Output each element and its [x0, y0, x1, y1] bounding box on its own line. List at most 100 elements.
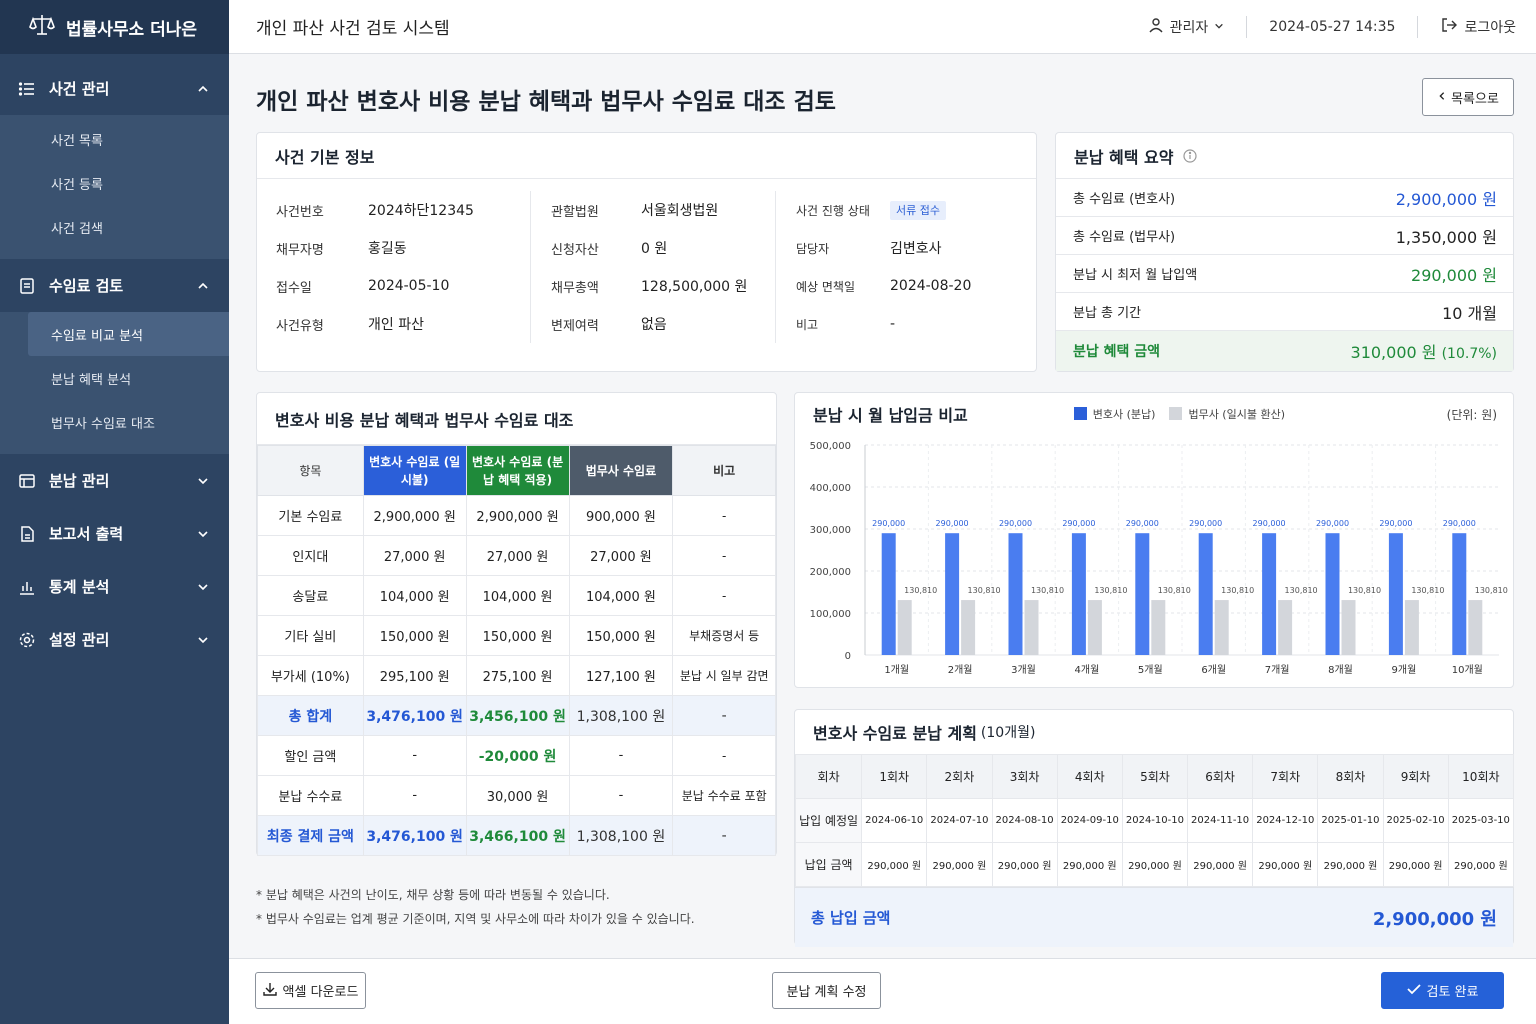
- summary-row: 분납 총 기간 10 개월: [1056, 293, 1513, 331]
- nav-settings[interactable]: 설정 관리: [0, 613, 229, 666]
- table-cell: 104,000 원: [568, 575, 674, 616]
- summary-row: 총 수임료 (법무사) 1,350,000 원: [1056, 217, 1513, 255]
- nav-case-mgmt[interactable]: 사건 관리: [0, 62, 229, 115]
- plan-amount-cell: 290,000 원: [1121, 842, 1189, 887]
- table-cell: 150,000 원: [465, 615, 570, 656]
- user-icon: [1148, 17, 1164, 37]
- info-value: 개인 파산: [368, 317, 424, 333]
- data-label: 290,000: [872, 519, 905, 528]
- table-cell: 송달료: [257, 575, 364, 616]
- table-cell: 분납 수수료 포함: [672, 775, 776, 816]
- nav-report[interactable]: 보고서 출력: [0, 507, 229, 560]
- brand[interactable]: 법률사무소 더나은: [0, 0, 229, 54]
- table-cell: 인지대: [257, 535, 364, 576]
- nav-item-case-search[interactable]: 사건 검색: [0, 205, 229, 249]
- nav-fee-submenu: 수임료 비교 분석 분납 혜택 분석 법무사 수임료 대조: [0, 312, 229, 454]
- summary-value: 1,350,000 원: [1395, 227, 1497, 247]
- chart-unit: (단위: 원): [1446, 407, 1497, 422]
- table-cell: 할인 금액: [257, 735, 364, 776]
- nav-item-case-register[interactable]: 사건 등록: [0, 161, 229, 205]
- user-menu[interactable]: 관리자: [1148, 17, 1225, 37]
- summary-row: 총 수임료 (변호사) 2,900,000 원: [1056, 179, 1513, 217]
- table-cell: 1,308,100 원: [568, 695, 674, 736]
- nav-item-installment-benefit[interactable]: 분납 혜택 분석: [0, 356, 229, 400]
- table-cell: 104,000 원: [465, 575, 570, 616]
- data-label: 130,810: [1031, 586, 1064, 595]
- table-cell: -: [568, 775, 674, 816]
- table-cell: 1,308,100 원: [568, 815, 674, 856]
- plan-col-header: 1회차: [861, 754, 928, 799]
- nav-stats[interactable]: 통계 분석: [0, 560, 229, 613]
- excel-download-button[interactable]: 액셀 다운로드: [255, 972, 366, 1009]
- current-datetime: 2024-05-27 14:35: [1269, 18, 1396, 35]
- check-icon: [1406, 982, 1421, 1000]
- legend-item: 변호사 (분납): [1073, 406, 1156, 422]
- table-cell: 150,000 원: [362, 615, 467, 656]
- chevron-up-icon: [197, 280, 209, 292]
- plan-date-cell: 2024-07-10: [926, 798, 993, 843]
- table-cell: 3,476,100 원: [362, 695, 467, 736]
- info-value: 2024-08-20: [890, 278, 972, 294]
- data-label: 130,810: [1411, 586, 1444, 595]
- table-cell: -: [672, 575, 776, 616]
- table-cell: 27,000 원: [568, 535, 674, 576]
- basic-info-grid: 사건번호 2024하단12345 채무자명 홍길동 접수일 2024-05-10 사건…: [257, 179, 1036, 343]
- table-row: 최종 결제 금액 3,476,100 원 3,466,100 원 1,308,100 …: [257, 815, 776, 856]
- plan-total-row: 총 납입 금액 2,900,000 원: [795, 887, 1513, 947]
- plan-date-cell: 2024-06-10: [861, 798, 928, 843]
- data-label: 130,810: [1285, 586, 1318, 595]
- info-key: 변제여력: [551, 318, 599, 334]
- plan-col-header: 7회차: [1252, 754, 1319, 799]
- data-label: 290,000: [1253, 519, 1286, 528]
- y-tick-label: 300,000: [810, 525, 851, 536]
- data-label: 130,810: [1158, 586, 1191, 595]
- summary-title-row: 분납 혜택 요약: [1056, 133, 1513, 179]
- edit-plan-label: 분납 계획 수정: [786, 985, 867, 1000]
- compare-body: 기본 수임료 2,900,000 원 2,900,000 원 900,000 원 - 인지…: [257, 495, 776, 856]
- note-line: * 분납 혜택은 사건의 난이도, 채무 상황 등에 따라 변동될 수 있습니다…: [256, 888, 610, 902]
- plan-col-header: 5회차: [1121, 754, 1189, 799]
- bar-scrivener: [1404, 600, 1419, 655]
- summary-title: 분납 혜택 요약: [1074, 147, 1174, 167]
- table-cell: 104,000 원: [362, 575, 467, 616]
- plan-amount-cell: 290,000 원: [1252, 842, 1319, 887]
- info-icon[interactable]: [1183, 148, 1198, 163]
- table-cell: 295,100 원: [362, 655, 467, 696]
- info-value: 128,500,000 원: [641, 279, 748, 295]
- back-to-list-button[interactable]: 목록으로: [1422, 78, 1514, 116]
- edit-plan-button[interactable]: 분납 계획 수정: [772, 972, 881, 1009]
- nav-fee-review[interactable]: 수임료 검토: [0, 259, 229, 312]
- info-value: 서울회생법원: [641, 203, 719, 219]
- plan-title: 변호사 수임료 분납 계획: [813, 724, 977, 743]
- legend-label: 변호사 (분납): [1092, 408, 1156, 421]
- plan-col-header: 10회차: [1447, 754, 1515, 799]
- note-line: * 법무사 수임료는 업계 평균 기준이며, 지역 및 사무소에 따라 차이가 …: [256, 912, 695, 926]
- table-row: 인지대 27,000 원 27,000 원 27,000 원-: [257, 535, 776, 576]
- logout-button[interactable]: 로그아웃: [1440, 16, 1516, 38]
- legend-label: 법무사 (일시불 환산): [1188, 408, 1285, 421]
- nav-item-case-list[interactable]: 사건 목록: [0, 117, 229, 161]
- data-label: 290,000: [1126, 519, 1159, 528]
- info-key: 예상 면책일: [796, 279, 856, 294]
- data-label: 130,810: [1221, 586, 1254, 595]
- nav-item-judicial-scrivener[interactable]: 법무사 수임료 대조: [0, 400, 229, 444]
- plan-col-header: 4회차: [1056, 754, 1123, 799]
- nav-installment-mgmt[interactable]: 분납 관리: [0, 454, 229, 507]
- plan-date-cell: 2024-08-10: [991, 798, 1058, 843]
- x-tick-label: 1개월: [884, 664, 909, 676]
- main-content: 개인 파산 변호사 비용 분납 혜택과 법무사 수임료 대조 검토 목록으로 사…: [229, 54, 1536, 958]
- nav-item-fee-compare[interactable]: 수임료 비교 분석: [28, 312, 229, 356]
- review-complete-button[interactable]: 검토 완료: [1381, 972, 1504, 1009]
- installment-plan-table: 회차 1회차 2회차 3회차 4회차 5회차 6회차 7회차 8회차 9회차 10회차 납입 예정일…: [794, 754, 1515, 887]
- nav-stats-label: 통계 분석: [49, 578, 110, 596]
- info-key: 비고: [796, 317, 819, 332]
- data-label: 290,000: [999, 519, 1032, 528]
- table-row: 송달료 104,000 원 104,000 원 104,000 원-: [257, 575, 776, 616]
- fee-compare-table: 항목 변호사 수임료 (일시불) 변호사 수임료 (분납 혜택 적용) 법무사 …: [257, 445, 776, 856]
- plan-col-header: 2회차: [926, 754, 993, 799]
- info-key: 사건 진행 상태: [796, 203, 870, 218]
- plan-row-label: 납입 예정일: [794, 798, 863, 843]
- report-icon: [18, 525, 36, 543]
- x-tick-label: 8개월: [1328, 664, 1353, 676]
- bar-scrivener: [1214, 600, 1229, 655]
